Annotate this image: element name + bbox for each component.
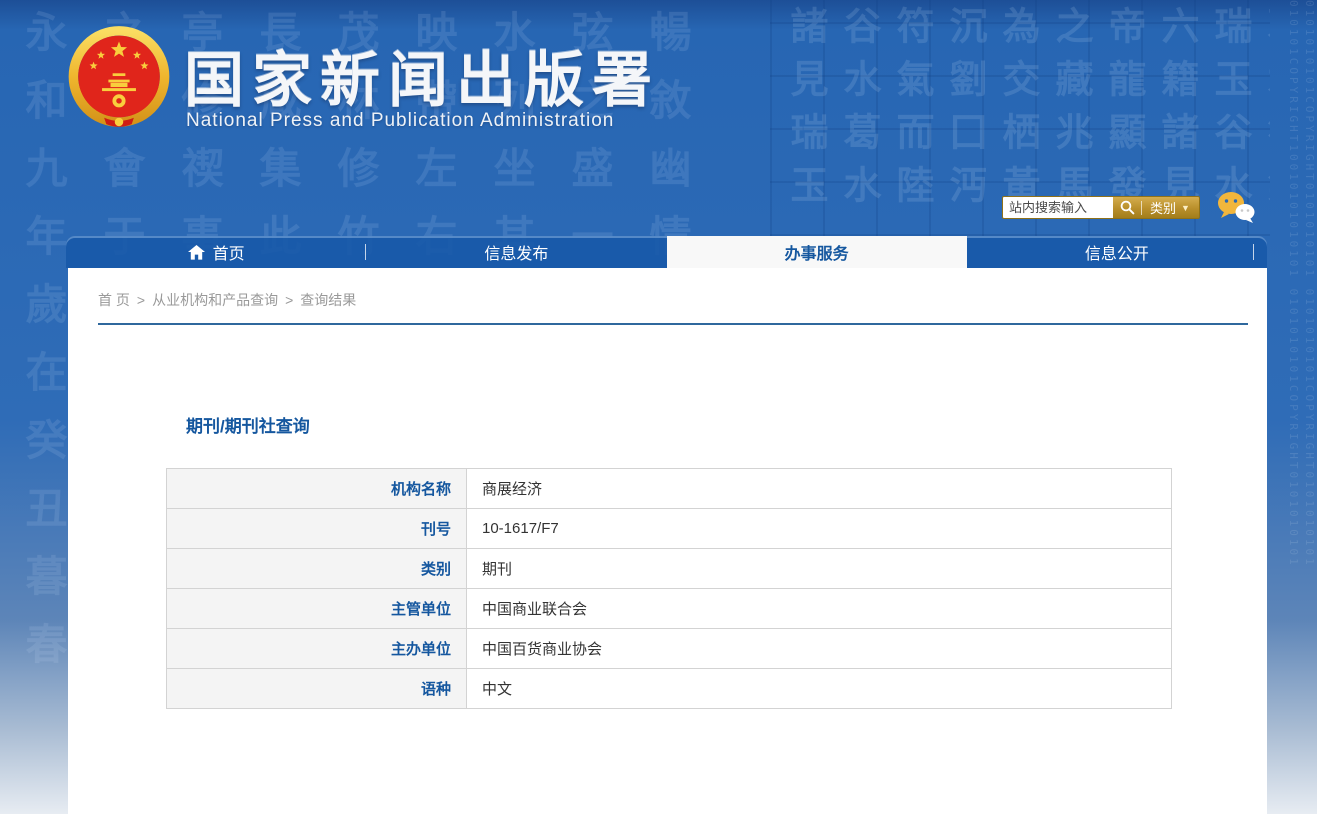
- search-input[interactable]: [1003, 197, 1113, 218]
- row-value: 中国百货商业协会: [467, 629, 1172, 669]
- category-label: 类别: [1150, 198, 1176, 217]
- search-button[interactable]: [1120, 200, 1135, 215]
- row-label: 主办单位: [167, 629, 467, 669]
- row-label: 机构名称: [167, 469, 467, 509]
- nav-item-services[interactable]: 办事服务: [667, 236, 967, 268]
- page-title: 期刊/期刊社查询: [186, 412, 310, 437]
- wechat-icon[interactable]: [1216, 190, 1256, 224]
- row-value: 中国商业联合会: [467, 589, 1172, 629]
- row-value: 商展经济: [467, 469, 1172, 509]
- nav-item-label: 办事服务: [785, 240, 849, 264]
- row-label: 主管单位: [167, 589, 467, 629]
- nav-item-disclosure[interactable]: 信息公开: [967, 236, 1267, 268]
- row-label: 类别: [167, 549, 467, 589]
- site-title: 国家新闻出版署: [184, 32, 660, 119]
- row-value: 中文: [467, 669, 1172, 709]
- table-row: 主办单位 中国百货商业协会: [167, 629, 1172, 669]
- table-row: 机构名称 商展经济: [167, 469, 1172, 509]
- home-icon: [188, 245, 205, 260]
- site-subtitle: National Press and Publication Administr…: [186, 110, 614, 132]
- chevron-down-icon: ▼: [1181, 203, 1190, 213]
- main-nav: 首页 信息发布 办事服务 信息公开: [66, 236, 1267, 268]
- breadcrumb-current: 查询结果: [300, 290, 356, 310]
- site-logo-link[interactable]: [66, 26, 172, 146]
- search-controls: 类别 ▼: [1113, 197, 1199, 218]
- nav-item-label: 信息公开: [1085, 240, 1149, 264]
- breadcrumb-separator: >: [137, 292, 145, 308]
- breadcrumb-home[interactable]: 首 页: [98, 290, 130, 310]
- breadcrumb-divider: [98, 323, 1248, 325]
- table-row: 类别 期刊: [167, 549, 1172, 589]
- table-row: 语种 中文: [167, 669, 1172, 709]
- breadcrumb-query[interactable]: 从业机构和产品查询: [152, 290, 278, 310]
- content-panel: 首 页 > 从业机构和产品查询 > 查询结果 期刊/期刊社查询 机构名称 商展经…: [68, 268, 1267, 814]
- row-value: 期刊: [467, 549, 1172, 589]
- nav-item-news[interactable]: 信息发布: [366, 236, 666, 268]
- row-value: 10-1617/F7: [467, 509, 1172, 549]
- table-row: 刊号 10-1617/F7: [167, 509, 1172, 549]
- site-search: 类别 ▼: [1002, 196, 1200, 219]
- nav-item-label: 信息发布: [484, 240, 548, 264]
- search-icon: [1120, 200, 1135, 215]
- breadcrumb-separator: >: [285, 292, 293, 308]
- table-row: 主管单位 中国商业联合会: [167, 589, 1172, 629]
- nav-item-label: 首页: [213, 240, 245, 264]
- row-label: 刊号: [167, 509, 467, 549]
- journal-info-table: 机构名称 商展经济 刊号 10-1617/F7 类别 期刊 主管单位 中国商业联…: [166, 468, 1172, 709]
- national-emblem-icon: [66, 26, 172, 146]
- breadcrumb: 首 页 > 从业机构和产品查询 > 查询结果: [68, 268, 1267, 310]
- row-label: 语种: [167, 669, 467, 709]
- search-divider: [1141, 201, 1142, 215]
- category-dropdown[interactable]: 类别 ▼: [1148, 198, 1192, 217]
- binary-strip-watermark: 0101010101COPYRIGHT0101010101 0101010101…: [1267, 0, 1317, 730]
- nav-item-home[interactable]: 首页: [66, 236, 366, 268]
